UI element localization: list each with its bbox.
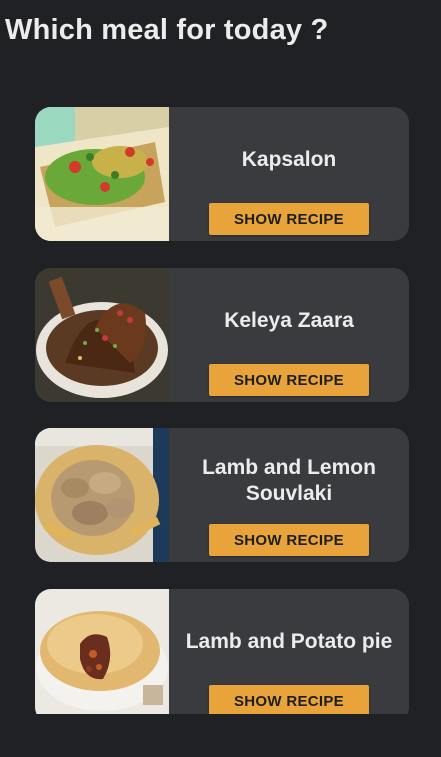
meal-name: Kapsalon [241,148,337,171]
souvlaki-photo-icon [35,428,169,562]
meal-photo[interactable] [35,428,169,562]
meal-photo[interactable] [35,107,169,241]
meal-picker-screen: Which meal for today ? Kapsalon SHOW REC… [0,0,441,757]
meal-info: Lamb and Potato pie SHOW RECIPE [169,589,409,714]
pie-photo-icon [35,589,169,714]
show-recipe-button[interactable]: SHOW RECIPE [209,685,369,714]
show-recipe-button[interactable]: SHOW RECIPE [209,203,369,235]
keleya-zaara-photo-icon [35,268,169,402]
meal-card-lamb-lemon-souvlaki[interactable]: Lamb and Lemon Souvlaki SHOW RECIPE [35,428,409,562]
meal-photo[interactable] [35,589,169,714]
meal-list[interactable]: Kapsalon SHOW RECIPE Keleya Zaara SHOW R… [35,107,409,714]
meal-card-kapsalon[interactable]: Kapsalon SHOW RECIPE [35,107,409,241]
meal-info: Kapsalon SHOW RECIPE [169,107,409,241]
meal-info: Keleya Zaara SHOW RECIPE [169,268,409,402]
meal-name: Lamb and Potato pie [185,630,393,653]
page-title: Which meal for today ? [5,14,329,46]
meal-card-lamb-potato-pie[interactable]: Lamb and Potato pie SHOW RECIPE [35,589,409,714]
kapsalon-photo-icon [35,107,169,241]
meal-name: Keleya Zaara [224,309,354,332]
meal-card-keleya-zaara[interactable]: Keleya Zaara SHOW RECIPE [35,268,409,402]
meal-photo[interactable] [35,268,169,402]
show-recipe-button[interactable]: SHOW RECIPE [209,364,369,396]
meal-name: Lamb and Lemon Souvlaki [202,456,376,505]
show-recipe-button[interactable]: SHOW RECIPE [209,524,369,556]
meal-info: Lamb and Lemon Souvlaki SHOW RECIPE [169,428,409,562]
